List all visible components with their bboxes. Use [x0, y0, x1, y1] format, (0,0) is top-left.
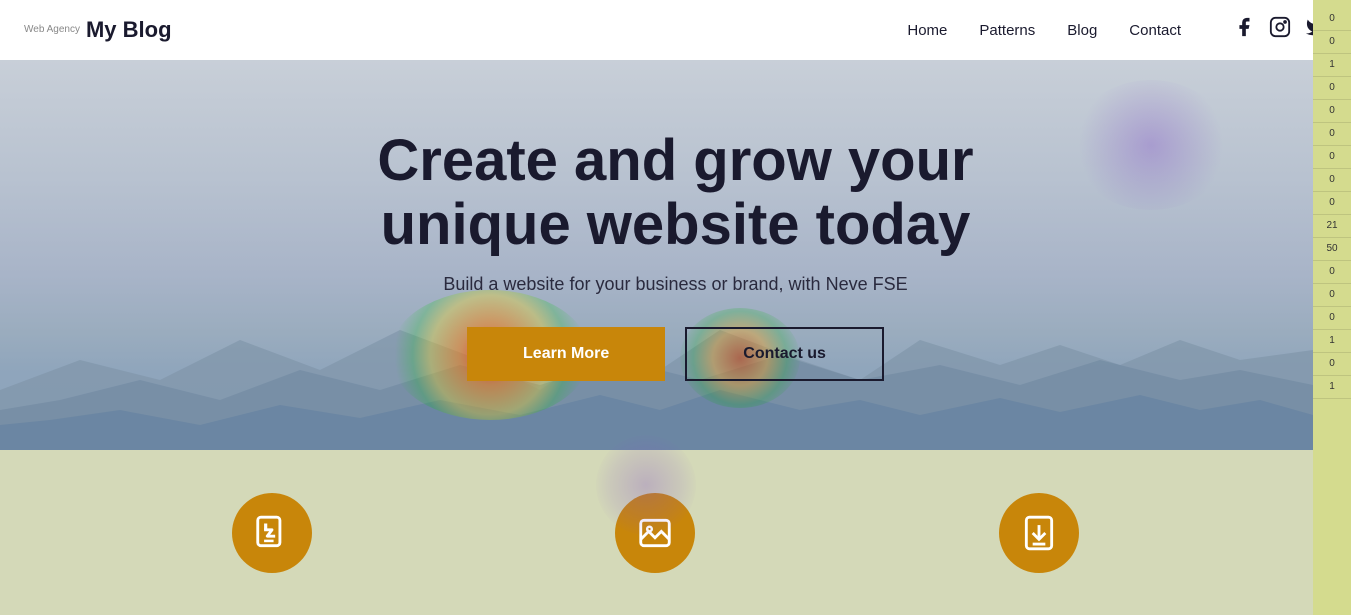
sidebar-item-0: 0: [1313, 8, 1351, 31]
sidebar-item-4: 0: [1313, 100, 1351, 123]
contact-us-button[interactable]: Contact us: [685, 327, 884, 381]
hero-content: Create and grow your unique website toda…: [357, 129, 993, 382]
instagram-icon[interactable]: [1269, 16, 1291, 44]
sidebar: 0 0 1 0 0 0 0 0 0 21 50 0 0 0 1 0 1: [1313, 0, 1351, 615]
bolt-icon: [253, 514, 291, 552]
facebook-icon[interactable]: [1233, 16, 1255, 44]
sidebar-item-5: 0: [1313, 123, 1351, 146]
hero-title: Create and grow your unique website toda…: [377, 129, 973, 257]
sidebar-item-16: 1: [1313, 376, 1351, 399]
sidebar-item-12: 0: [1313, 284, 1351, 307]
header: Web Agency My Blog Home Patterns Blog Co…: [0, 0, 1351, 60]
learn-more-button[interactable]: Learn More: [467, 327, 665, 381]
sidebar-item-1: 0: [1313, 31, 1351, 54]
nav-patterns[interactable]: Patterns: [979, 22, 1035, 39]
sidebar-item-2: 1: [1313, 54, 1351, 77]
hero-subtitle: Build a website for your business or bra…: [377, 274, 973, 295]
nav-blog[interactable]: Blog: [1067, 22, 1097, 39]
brand-sub-label: Web Agency: [24, 24, 80, 36]
brand-title: My Blog: [86, 17, 172, 43]
sidebar-item-13: 0: [1313, 307, 1351, 330]
sidebar-item-10: 50: [1313, 238, 1351, 261]
sidebar-item-6: 0: [1313, 146, 1351, 169]
download-icon: [1020, 514, 1058, 552]
nav-home[interactable]: Home: [907, 22, 947, 39]
sidebar-item-14: 1: [1313, 330, 1351, 353]
nav-contact[interactable]: Contact: [1129, 22, 1181, 39]
hero-section: Create and grow your unique website toda…: [0, 60, 1351, 450]
sidebar-item-8: 0: [1313, 192, 1351, 215]
sidebar-item-9: 21: [1313, 215, 1351, 238]
sidebar-item-7: 0: [1313, 169, 1351, 192]
feature-download-icon-wrap[interactable]: [999, 493, 1079, 573]
sidebar-item-3: 0: [1313, 77, 1351, 100]
heatmap-blob-bottom: [596, 435, 696, 535]
feature-bolt-icon-wrap[interactable]: [232, 493, 312, 573]
sidebar-item-11: 0: [1313, 261, 1351, 284]
features-section: [0, 450, 1351, 615]
main-nav: Home Patterns Blog Contact: [907, 16, 1327, 44]
hero-buttons: Learn More Contact us: [377, 327, 973, 381]
sidebar-item-15: 0: [1313, 353, 1351, 376]
